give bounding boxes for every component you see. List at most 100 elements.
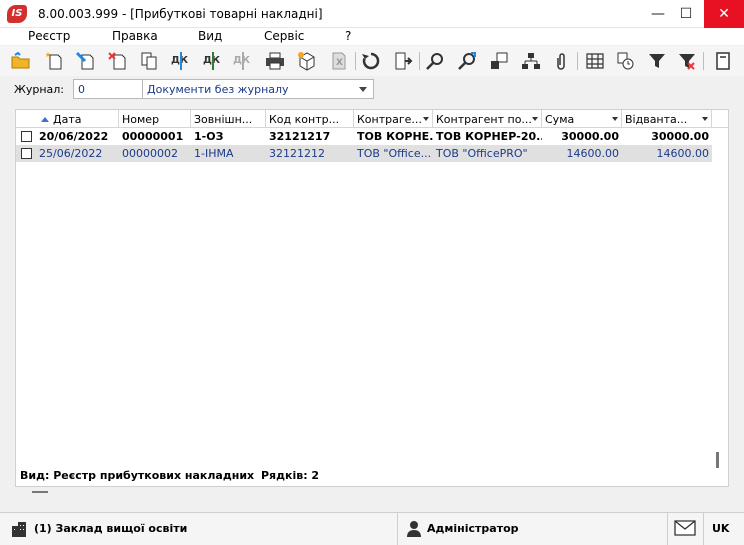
horizontal-scrollbar[interactable]	[32, 491, 48, 493]
cell-contractor-full: ТОВ "OfficePRO"	[436, 147, 528, 160]
column-header-label: Зовнішн...	[194, 113, 253, 126]
journal-label: Журнал:	[14, 83, 65, 96]
excel-icon[interactable]: X	[327, 49, 351, 73]
row-count: Рядків: 2	[261, 469, 320, 482]
title-bar: IS 8.00.003.999 - [Прибуткові товарні на…	[0, 0, 744, 28]
chevron-down-icon[interactable]	[359, 87, 367, 92]
debit-credit-green-label: ДК	[203, 55, 221, 66]
column-header-contractor-code[interactable]: Код контр...	[266, 110, 354, 128]
document-link-icon[interactable]	[487, 49, 511, 73]
view-name: Вид: Реєстр прибуткових накладних	[20, 469, 255, 482]
open-folder-icon[interactable]	[9, 49, 33, 73]
journal-select[interactable]: Документи без журналу	[142, 79, 374, 99]
mail-icon	[674, 520, 696, 539]
filter-dropdown-icon[interactable]	[612, 117, 618, 121]
vertical-scrollbar[interactable]	[716, 452, 719, 468]
debit-credit-disabled-icon[interactable]: ДК	[231, 49, 255, 73]
column-header-label: Дата	[53, 113, 82, 126]
organization-segment[interactable]: (1) Заклад вищої освіти	[0, 513, 398, 545]
mail-button[interactable]	[668, 513, 704, 545]
column-header-contractor-full[interactable]: Контрагент по...	[433, 110, 542, 128]
user-segment[interactable]: Адміністратор	[398, 513, 668, 545]
row-checkbox[interactable]	[21, 131, 32, 142]
column-header-shipped[interactable]: Відванта...	[622, 110, 712, 128]
calendar-clock-icon[interactable]	[613, 49, 637, 73]
print-icon[interactable]	[263, 49, 287, 73]
cell-sum: 14600.00	[566, 147, 620, 160]
toolbar-separator	[577, 52, 578, 70]
cell-shipped: 14600.00	[656, 147, 710, 160]
column-header-external[interactable]: Зовнішн...	[191, 110, 266, 128]
cell-number: 00000001	[122, 130, 184, 143]
column-header-contractor[interactable]: Контраге...	[354, 110, 433, 128]
journal-select-value: Документи без журналу	[147, 83, 289, 96]
hierarchy-icon[interactable]	[519, 49, 543, 73]
column-header-label: Контраге...	[357, 113, 422, 126]
cell-external: 1-ІНМА	[194, 147, 234, 160]
cell-contractor-code: 32121212	[269, 147, 325, 160]
exit-icon[interactable]	[391, 49, 415, 73]
maximize-button[interactable]: ☐	[668, 0, 704, 28]
user-name: Адміністратор	[427, 522, 519, 535]
filter-dropdown-icon[interactable]	[702, 117, 708, 121]
column-header-date[interactable]: Дата	[36, 110, 119, 128]
language-button[interactable]: UK	[704, 513, 744, 545]
column-header-label: Номер	[122, 113, 160, 126]
toolbar-separator	[355, 52, 356, 70]
search-next-icon[interactable]	[455, 49, 479, 73]
menu-view[interactable]: Вид	[198, 29, 222, 43]
grid-header: Дата Номер Зовнішн... Код контр... Контр…	[16, 110, 728, 128]
grid-icon[interactable]	[583, 49, 607, 73]
user-icon	[406, 520, 422, 541]
table-row[interactable]: 25/06/2022 00000002 1-ІНМА 32121212 ТОВ …	[16, 145, 712, 162]
menu-registry[interactable]: Реєстр	[28, 29, 70, 43]
svg-text:X: X	[336, 58, 343, 68]
row-checkbox[interactable]	[21, 148, 32, 159]
journal-code-field[interactable]: 0	[73, 79, 143, 99]
menu-edit[interactable]: Правка	[112, 29, 158, 43]
refresh-icon[interactable]	[359, 49, 383, 73]
package-icon[interactable]	[295, 49, 319, 73]
column-header-label: Контрагент по...	[436, 113, 532, 126]
copy-document-icon[interactable]	[137, 49, 161, 73]
cell-external: 1-ОЗ	[194, 130, 224, 143]
filter-dropdown-icon[interactable]	[532, 117, 538, 121]
cell-number: 00000002	[122, 147, 178, 160]
cell-contractor: ТОВ КОРНЕ...	[357, 130, 433, 143]
toolbar-separator	[703, 52, 704, 70]
menu-service[interactable]: Сервіс	[264, 29, 304, 43]
column-header-label: Сума	[545, 113, 575, 126]
filter-icon[interactable]	[645, 49, 669, 73]
cell-shipped: 30000.00	[651, 130, 709, 143]
edit-document-icon[interactable]	[73, 49, 97, 73]
app-logo-icon: IS	[7, 5, 27, 23]
clear-filter-icon[interactable]	[675, 49, 699, 73]
cell-sum: 30000.00	[561, 130, 619, 143]
column-header-number[interactable]: Номер	[119, 110, 191, 128]
search-icon[interactable]	[423, 49, 447, 73]
building-icon	[10, 520, 28, 541]
close-button[interactable]: ✕	[704, 0, 744, 28]
cell-date: 25/06/2022	[39, 147, 103, 160]
debit-credit-green-icon[interactable]: ДК	[201, 49, 225, 73]
toolbar-separator	[419, 52, 420, 70]
debit-credit-disabled-label: ДК	[233, 55, 251, 66]
journal-row: Журнал: 0 Документи без журналу	[0, 78, 744, 102]
debit-credit-label: ДК	[171, 55, 189, 66]
column-header-sum[interactable]: Сума	[542, 110, 622, 128]
debit-credit-icon[interactable]: ДК	[169, 49, 193, 73]
menu-bar: Реєстр Правка Вид Сервіс ?	[0, 28, 744, 45]
cell-contractor-code: 32121217	[269, 130, 331, 143]
paperclip-icon[interactable]	[549, 49, 573, 73]
grid-status: Вид: Реєстр прибуткових накладних Рядків…	[20, 469, 319, 482]
filter-dropdown-icon[interactable]	[423, 117, 429, 121]
toolbar: ДК ДК ДК X	[0, 46, 744, 76]
panel-icon[interactable]	[711, 49, 735, 73]
new-document-icon[interactable]	[41, 49, 65, 73]
column-header-label: Відванта...	[625, 113, 688, 126]
menu-help[interactable]: ?	[345, 29, 351, 43]
organization-name: (1) Заклад вищої освіти	[34, 522, 188, 535]
delete-document-icon[interactable]	[105, 49, 129, 73]
window-title: 8.00.003.999 - [Прибуткові товарні накла…	[38, 7, 323, 21]
table-row[interactable]: 20/06/2022 00000001 1-ОЗ 32121217 ТОВ КО…	[16, 128, 712, 145]
